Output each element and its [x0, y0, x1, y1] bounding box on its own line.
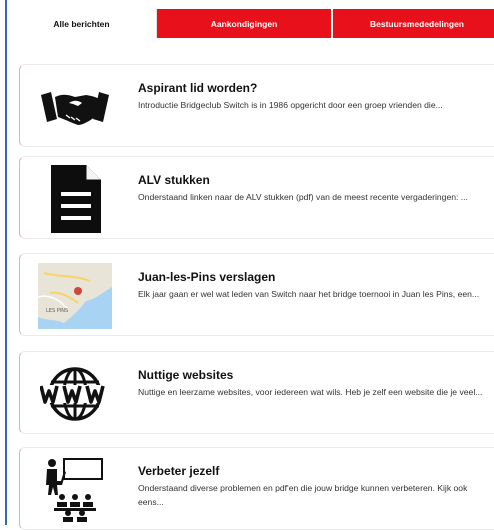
category-tabs: Alle berichten Aankondigingen Bestuursme…: [7, 9, 494, 38]
post-title[interactable]: ALV stukken: [138, 173, 210, 187]
post-card-alv-stukken[interactable]: ALV stukken Onderstaand linken naar de A…: [19, 156, 494, 239]
post-excerpt: Elk jaar gaan er wel wat leden van Switc…: [138, 289, 480, 299]
classroom-icon: [37, 457, 113, 523]
post-title[interactable]: Nuttige websites: [138, 368, 233, 382]
www-icon: [37, 361, 113, 427]
post-card-juan-les-pins[interactable]: LES PINS Juan-les-Pins verslagen Elk jaa…: [19, 253, 494, 336]
post-card-verbeter-jezelf[interactable]: Verbeter jezelf Onderstaand diverse prob…: [19, 447, 494, 530]
post-excerpt: Onderstaand linken naar de ALV stukken (…: [138, 192, 468, 202]
post-card-aspirant-lid[interactable]: Aspirant lid worden? Introductie Bridgec…: [19, 64, 494, 147]
tab-bestuursmededelingen[interactable]: Bestuursmededelingen: [333, 9, 494, 38]
post-title[interactable]: Juan-les-Pins verslagen: [138, 270, 275, 284]
post-excerpt: Onderstaand diverse problemen en pdf'en …: [138, 483, 468, 507]
map-thumbnail: LES PINS: [37, 263, 113, 329]
document-icon: [37, 165, 113, 233]
post-title[interactable]: Verbeter jezelf: [138, 464, 219, 478]
post-excerpt: Introductie Bridgeclub Switch is in 1986…: [138, 100, 443, 110]
post-card-nuttige-websites[interactable]: Nuttige websites Nuttige en leerzame web…: [19, 351, 494, 434]
tab-aankondigingen[interactable]: Aankondigingen: [157, 9, 333, 38]
handshake-icon: [37, 74, 113, 140]
tab-alle-berichten[interactable]: Alle berichten: [7, 9, 157, 38]
post-excerpt: Nuttige en leerzame websites, voor ieder…: [138, 387, 483, 397]
map-label: LES PINS: [46, 308, 68, 314]
post-title[interactable]: Aspirant lid worden?: [138, 81, 257, 95]
